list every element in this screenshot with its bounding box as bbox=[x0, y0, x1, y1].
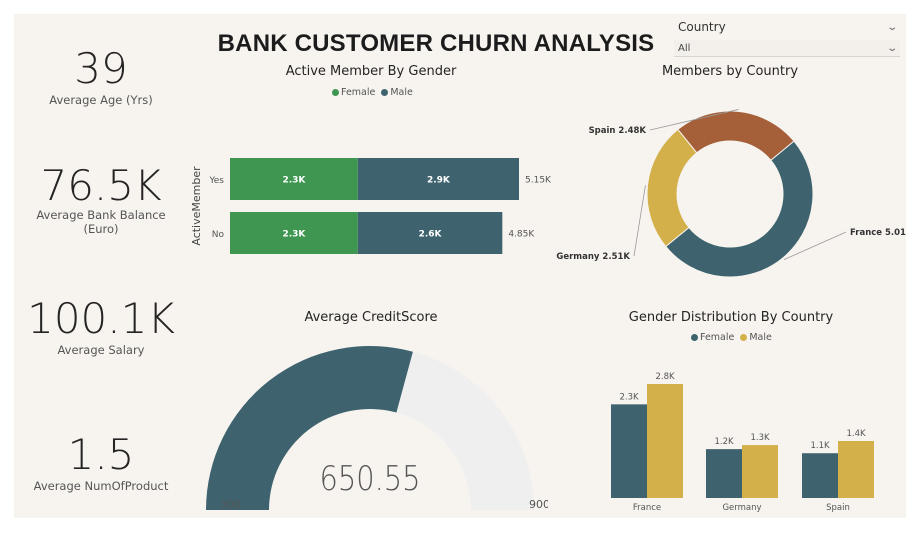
legend-dot-icon bbox=[332, 89, 339, 96]
kpi-average-numofproduct: 1.5 Average NumOfProduct bbox=[28, 430, 174, 494]
y-tick-label: Yes bbox=[208, 176, 224, 186]
gauge-value: 650.55 bbox=[319, 460, 420, 499]
data-label: 2.8K bbox=[655, 372, 675, 382]
legend-dot-icon bbox=[740, 334, 748, 341]
kpi-value: 100.1K bbox=[27, 294, 175, 343]
total-label: 5.15K bbox=[525, 176, 552, 186]
x-tick-label: France bbox=[633, 503, 661, 513]
slice-label: Spain 2.48K bbox=[589, 126, 647, 136]
members-by-country-title: Members by Country bbox=[661, 64, 799, 79]
data-label: 1.4K bbox=[846, 429, 866, 439]
kpi-value: 39 bbox=[74, 44, 128, 93]
data-label: 2.3K bbox=[282, 176, 306, 186]
kpi-label: Average Salary bbox=[57, 343, 145, 357]
bar-male-france bbox=[647, 384, 683, 498]
members-by-country-donut: France 5.01K Germany 2.51K Spain 2.48K bbox=[556, 109, 906, 278]
legend-item-male[interactable]: Male bbox=[740, 332, 772, 343]
data-label: 2.9K bbox=[427, 176, 451, 186]
legend-label: Female bbox=[341, 87, 376, 98]
legend-label: Female bbox=[700, 332, 735, 343]
gender-distribution-bar-chart: 2.3K 2.8K France 1.2K 1.3K Germany 1.1K 1.4K Spa… bbox=[611, 372, 874, 513]
country-slicer[interactable]: Country ⌄ All ⌄ bbox=[674, 18, 900, 57]
chevron-down-icon[interactable]: ⌄ bbox=[886, 22, 898, 33]
kpi-average-salary: 100.1K Average Salary bbox=[20, 294, 182, 358]
bar-female-germany bbox=[706, 449, 742, 498]
legend-dot-icon bbox=[381, 89, 389, 96]
bar-female-spain bbox=[802, 453, 838, 498]
kpi-value: 1.5 bbox=[67, 430, 135, 479]
credit-score-gauge: 650.55 300 900 bbox=[206, 346, 548, 511]
data-label: 2.6K bbox=[419, 230, 443, 240]
kpi-label: Average Age (Yrs) bbox=[49, 93, 153, 107]
legend-item-male[interactable]: Male bbox=[381, 87, 413, 98]
active-member-chart-title: Active Member By Gender bbox=[285, 64, 457, 79]
slicer-label: Country bbox=[678, 20, 726, 34]
active-member-bar-chart: ActiveMember Yes 2.3K 2.9K 5.15K No 2.3K 2.6K 4… bbox=[190, 158, 552, 254]
kpi-label: Average NumOfProduct bbox=[33, 479, 169, 493]
legend-label: Male bbox=[749, 332, 772, 343]
data-label: 1.1K bbox=[810, 441, 830, 451]
legend-dot-icon bbox=[691, 334, 698, 341]
data-label: 1.3K bbox=[750, 433, 770, 443]
slicer-value: All bbox=[678, 42, 691, 54]
kpi-label: Average Bank Balance bbox=[36, 208, 166, 222]
leader-line bbox=[633, 185, 646, 257]
chevron-down-icon[interactable]: ⌄ bbox=[886, 43, 898, 54]
gauge-min-label: 300 bbox=[220, 498, 241, 511]
kpi-value: 76.5K bbox=[40, 161, 162, 210]
slice-label: France 5.01K bbox=[850, 228, 906, 238]
data-label: 2.3K bbox=[619, 392, 639, 402]
kpi-label-line2: (Euro) bbox=[83, 222, 119, 237]
x-tick-label: Germany bbox=[722, 503, 761, 513]
slice-label: Germany 2.51K bbox=[556, 252, 630, 262]
x-tick-label: Spain bbox=[826, 503, 850, 513]
data-label: 2.3K bbox=[282, 230, 306, 240]
data-label: 1.2K bbox=[714, 437, 734, 447]
credit-score-title: Average CreditScore bbox=[304, 310, 438, 325]
gender-distribution-title: Gender Distribution By Country bbox=[628, 310, 834, 325]
legend-item-female[interactable]: Female bbox=[691, 332, 734, 343]
slicer-dropdown[interactable]: All ⌄ bbox=[674, 40, 900, 57]
active-member-legend: Female Male bbox=[332, 87, 413, 98]
legend-item-female[interactable]: Female bbox=[332, 87, 375, 98]
kpi-average-balance: 76.5K Average Bank Balance (Euro) bbox=[20, 165, 182, 237]
gauge-max-label: 900 bbox=[529, 498, 548, 511]
bar-male-germany bbox=[742, 445, 778, 498]
legend-label: Male bbox=[390, 87, 413, 98]
dashboard-title: BANK CUSTOMER CHURN ANALYSIS bbox=[217, 30, 655, 57]
dashboard-canvas: 39 Average Age (Yrs) 76.5K Average Bank … bbox=[14, 14, 906, 518]
total-label: 4.85K bbox=[508, 230, 535, 240]
slicer-header[interactable]: Country ⌄ bbox=[674, 18, 900, 36]
y-axis-title: ActiveMember bbox=[190, 166, 203, 246]
bar-male-spain bbox=[838, 441, 874, 498]
bar-female-france bbox=[611, 404, 647, 498]
gender-distribution-legend: Female Male bbox=[691, 332, 772, 343]
kpi-average-age: 39 Average Age (Yrs) bbox=[34, 44, 168, 108]
y-tick-label: No bbox=[212, 230, 225, 240]
